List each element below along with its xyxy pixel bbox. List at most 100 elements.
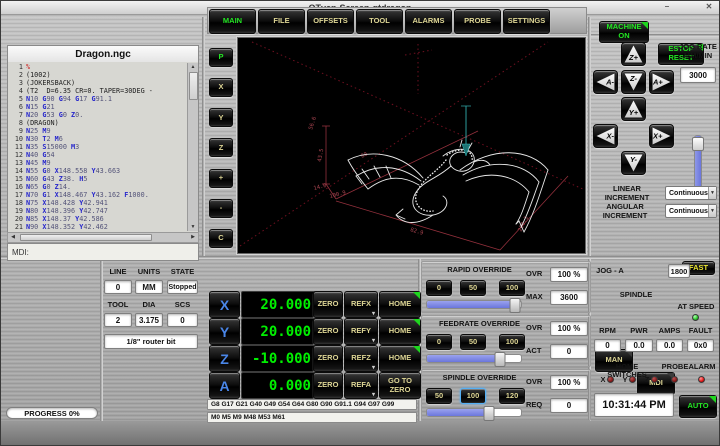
gcode-line[interactable]: 4 (T2 D=6.35 CR=0. TAPER=30DEG -: [9, 87, 186, 95]
feedrate-override-slider[interactable]: [426, 354, 522, 363]
gcode-line[interactable]: 17 N70 G1 X148.467 Y43.162 F1000.: [9, 191, 186, 199]
scroll-up-icon[interactable]: ▲: [188, 63, 198, 71]
gcode-line[interactable]: 5 N10 G90 G94 G17 G91.1: [9, 95, 186, 103]
jog-a-rate-value[interactable]: 1800: [668, 264, 690, 278]
axis-home-button[interactable]: GO TO ZERO: [379, 372, 421, 399]
gcode-vertical-scrollbar[interactable]: ▲ ▼: [187, 63, 198, 231]
gcode-line[interactable]: 13 N45 M9: [9, 159, 186, 167]
gcode-line[interactable]: 8 (DRAGON): [9, 119, 186, 127]
axis-select-button[interactable]: Y: [209, 318, 240, 345]
gcode-line[interactable]: 9 N25 M9: [9, 127, 186, 135]
tab[interactable]: SETTINGS: [503, 9, 550, 34]
gcode-line[interactable]: 1 %: [9, 63, 186, 71]
axis-home-button[interactable]: HOME: [379, 291, 421, 318]
rapid-override-title: RAPID OVERRIDE: [422, 265, 537, 274]
gcode-line[interactable]: 12 N40 G54: [9, 151, 186, 159]
gcode-line[interactable]: 6 N15 G21: [9, 103, 186, 111]
close-icon[interactable]: ✕: [703, 2, 715, 11]
gcode-line[interactable]: 7 N20 G53 G0 Z0.: [9, 111, 186, 119]
tab[interactable]: FILE: [258, 9, 305, 34]
slider-handle[interactable]: [484, 406, 495, 421]
gcode-list[interactable]: 1 % 2 (1002) 3 (JOKERSBACK) 4 (T2 D=6.35…: [7, 62, 199, 234]
tab[interactable]: TOOL: [356, 9, 403, 34]
jog-a-plus-button[interactable]: A+: [649, 70, 674, 94]
slider-handle[interactable]: [495, 352, 506, 367]
mdi-input[interactable]: MDI:: [7, 243, 199, 261]
divider: [100, 259, 103, 421]
gcode-horizontal-scrollbar[interactable]: ◀ ▶: [7, 232, 199, 243]
jog-z-plus-button[interactable]: Z+: [621, 42, 646, 66]
gcode-line[interactable]: 10 N30 T2 M6: [9, 135, 186, 143]
axis-select-button[interactable]: Z: [209, 345, 240, 372]
jog-y-plus-button[interactable]: Y+: [621, 97, 646, 121]
rapid-50-button[interactable]: 50: [460, 280, 486, 296]
rapid-0-button[interactable]: 0: [426, 280, 452, 296]
axis-zero-button[interactable]: ZERO: [313, 318, 343, 345]
axis-zero-button[interactable]: ZERO: [313, 345, 343, 372]
scrollbar-thumb[interactable]: [189, 72, 198, 100]
view-button[interactable]: Y: [209, 108, 233, 127]
gcode-line[interactable]: 14 N55 G0 X148.558 Y43.663: [9, 167, 186, 175]
gcode-line[interactable]: 21 N90 X148.352 Y42.462: [9, 223, 186, 231]
angular-increment-select[interactable]: Continuous ▼: [665, 204, 717, 218]
view-button[interactable]: +: [209, 169, 233, 188]
feed-50-button[interactable]: 50: [460, 334, 486, 350]
view-button[interactable]: Z: [209, 138, 233, 157]
scroll-right-icon[interactable]: ▶: [188, 233, 198, 241]
view-button[interactable]: P: [209, 48, 233, 67]
tab[interactable]: PROBE: [454, 9, 501, 34]
spindle-override-slider[interactable]: [426, 408, 522, 417]
gcode-line[interactable]: 16 N65 G0 Z14.: [9, 183, 186, 191]
slider-handle[interactable]: [692, 137, 704, 151]
axis-ref-button[interactable]: REFY▾: [344, 318, 378, 345]
gcode-line[interactable]: 19 N80 X148.396 Y42.747: [9, 207, 186, 215]
view-button[interactable]: -: [209, 199, 233, 218]
view-button[interactable]: C: [209, 229, 233, 248]
jog-z-minus-button[interactable]: Z-: [621, 70, 646, 94]
jog-a-minus-button[interactable]: A-: [593, 70, 618, 94]
minimize-icon[interactable]: –: [661, 2, 673, 11]
jog-rate-value[interactable]: 3000: [680, 67, 716, 83]
feed-100-button[interactable]: 100: [499, 334, 525, 350]
scrollbar-thumb[interactable]: [20, 234, 152, 241]
rapid-override-slider[interactable]: [426, 300, 522, 309]
scroll-left-icon[interactable]: ◀: [8, 233, 18, 241]
axis-home-button[interactable]: HOME: [379, 318, 421, 345]
gcode-line[interactable]: 11 N35 S15000 M3: [9, 143, 186, 151]
spindle-50-button[interactable]: 50: [426, 388, 452, 404]
jog-x-plus-button[interactable]: X+: [649, 124, 674, 148]
feed-0-button[interactable]: 0: [426, 334, 452, 350]
axis-ref-button[interactable]: REFZ▾: [344, 345, 378, 372]
scroll-down-icon[interactable]: ▼: [188, 223, 198, 231]
spindle-120-button[interactable]: 120: [499, 388, 525, 404]
machine-on-button[interactable]: MACHINE ON: [599, 21, 649, 43]
axis-ref-button[interactable]: REFX▾: [344, 291, 378, 318]
axis-home-button[interactable]: HOME: [379, 345, 421, 372]
view-button[interactable]: X: [209, 78, 233, 97]
axis-zero-button[interactable]: ZERO: [313, 372, 343, 399]
axis-select-button[interactable]: A: [209, 372, 240, 399]
axis-select-button[interactable]: X: [209, 291, 240, 318]
slider-handle[interactable]: [510, 298, 521, 313]
gcode-line-number: 16: [9, 183, 23, 191]
gcode-line[interactable]: 2 (1002): [9, 71, 186, 79]
axis-ref-button[interactable]: REFA▾: [344, 372, 378, 399]
axis-zero-button[interactable]: ZERO: [313, 291, 343, 318]
axis-position-display: 20.000: [241, 291, 317, 318]
rapid-100-button[interactable]: 100: [499, 280, 525, 296]
gcode-graphics-view[interactable]: 56.6 43.5 14.0 100.9 80 82.9 200.1: [237, 37, 586, 254]
gcode-line[interactable]: 15 N60 G43 Z38. H5: [9, 175, 186, 183]
tab[interactable]: OFFSETS: [307, 9, 354, 34]
gcode-line[interactable]: 20 N85 X148.37 Y42.586: [9, 215, 186, 223]
linear-increment-select[interactable]: Continuous ▼: [665, 186, 717, 200]
tab[interactable]: ALARMS: [405, 9, 452, 34]
jog-y-minus-button[interactable]: Y-: [621, 151, 646, 175]
mode-auto-button[interactable]: AUTO: [679, 395, 717, 418]
jog-x-minus-button[interactable]: X-: [593, 124, 618, 148]
spindle-100-button[interactable]: 100: [460, 388, 486, 404]
ovr-label: OVR: [526, 323, 542, 332]
tab[interactable]: MAIN: [209, 9, 256, 34]
gcode-line-number: 9: [9, 127, 23, 135]
gcode-line[interactable]: 18 N75 X148.428 Y42.941: [9, 199, 186, 207]
gcode-line[interactable]: 3 (JOKERSBACK): [9, 79, 186, 87]
